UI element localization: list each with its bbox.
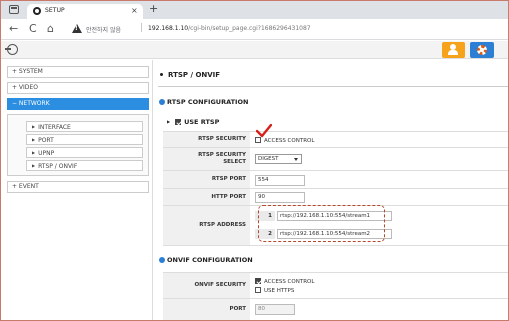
screenshot-frame	[0, 0, 509, 321]
